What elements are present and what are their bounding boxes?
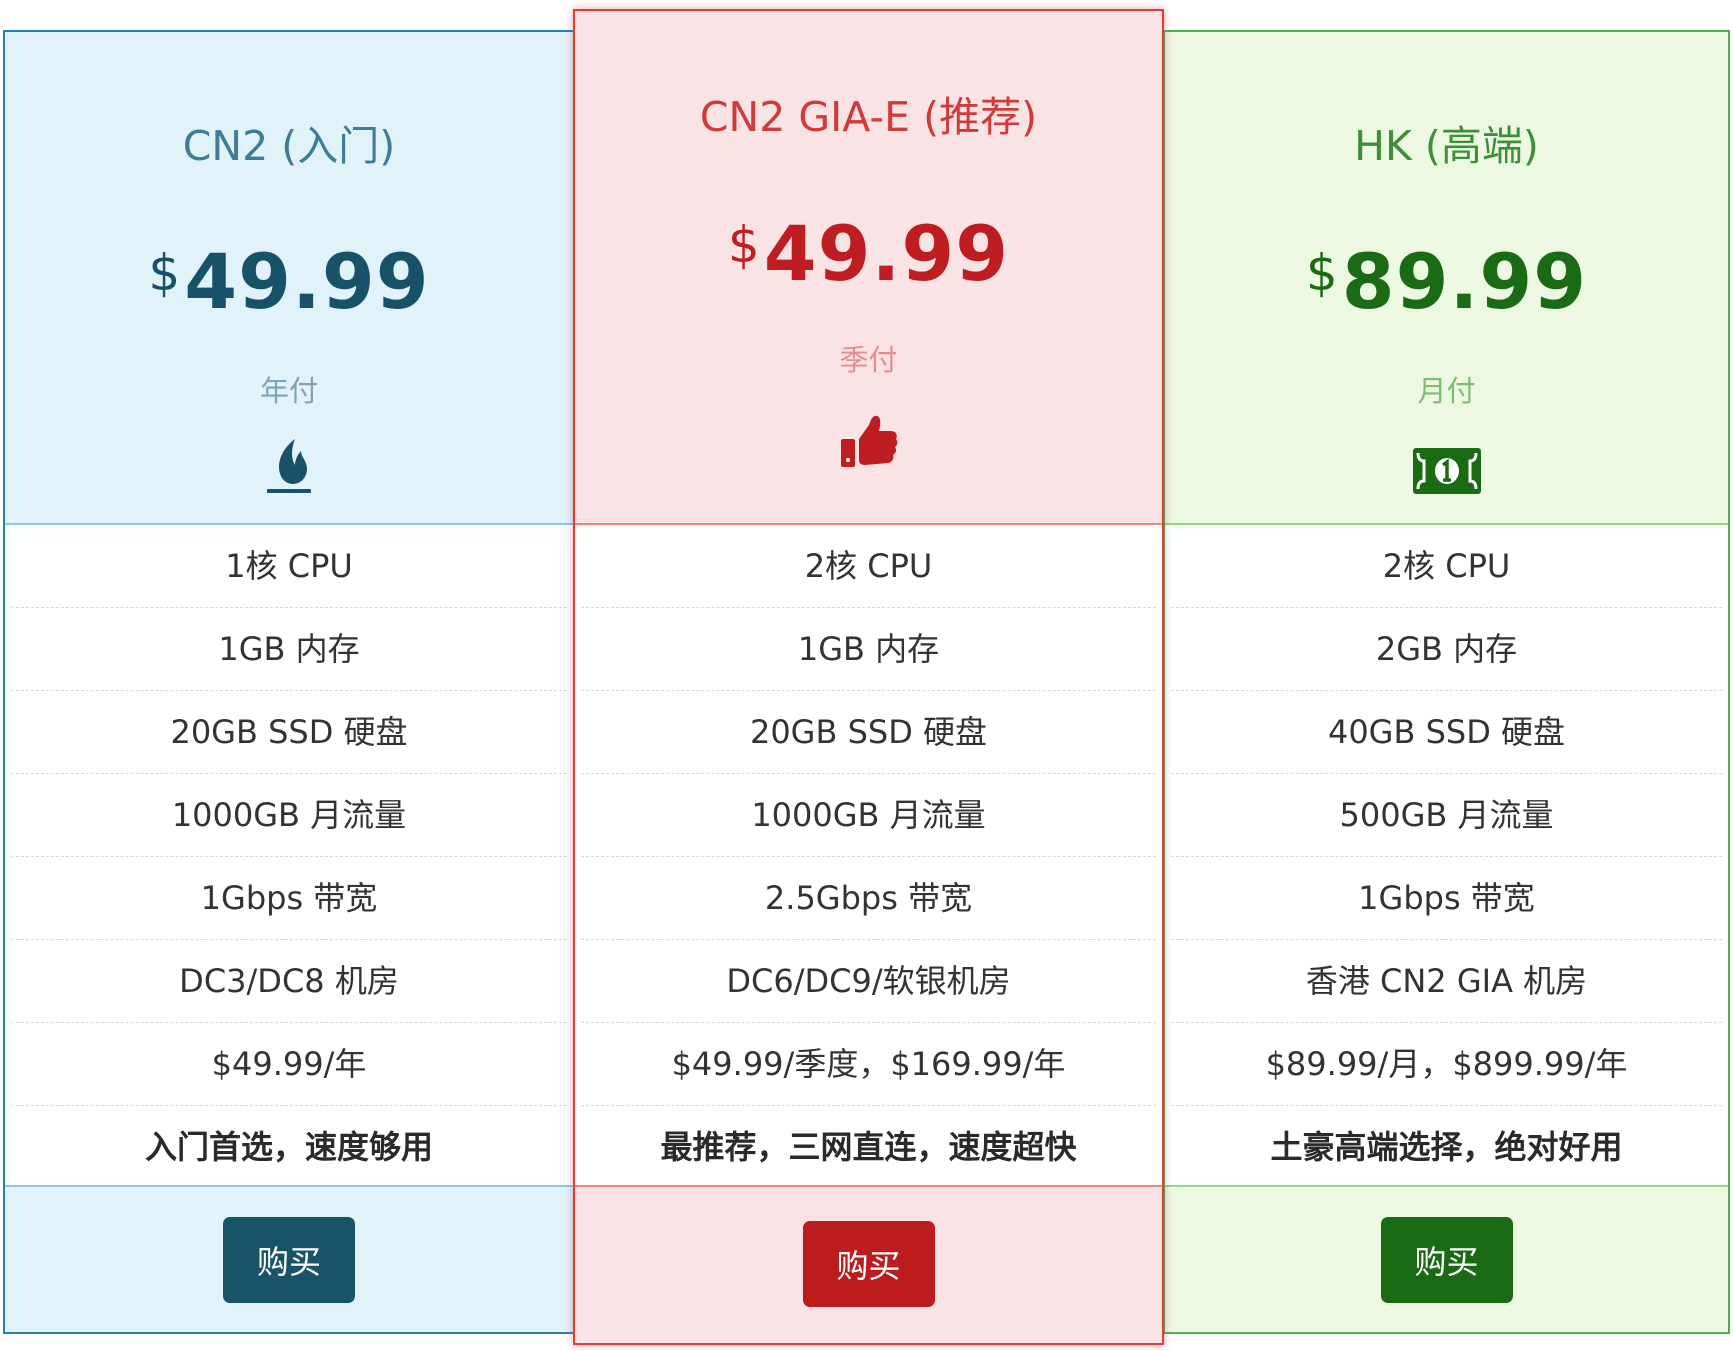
plan-footer: 购买	[575, 1185, 1162, 1343]
buy-button[interactable]: 购买	[802, 1221, 935, 1307]
plan-footer: 购买	[5, 1185, 573, 1332]
plan-title: HK (高端)	[1354, 122, 1539, 170]
feature-item: $49.99/年	[11, 1023, 567, 1106]
feature-item: 20GB SSD 硬盘	[581, 691, 1156, 774]
feature-item: 2核 CPU	[581, 525, 1156, 608]
feature-item: $89.99/月，$899.99/年	[1171, 1023, 1722, 1106]
feature-item: 2GB 内存	[1171, 608, 1722, 691]
feature-item: 2核 CPU	[1171, 525, 1722, 608]
fire-icon	[265, 437, 313, 501]
feature-item: 40GB SSD 硬盘	[1171, 691, 1722, 774]
plan-card-cn2-gia-e: CN2 GIA-E (推荐) $49.99 季付 2核 CPU 1GB 内存 2…	[573, 9, 1164, 1345]
plan-price: $89.99	[1165, 237, 1728, 326]
pricing-table: CN2 (入门) $49.99 年付 1核 CPU 1GB 内存 20GB SS…	[0, 0, 1733, 1351]
feature-item: 1Gbps 带宽	[11, 857, 567, 940]
buy-button[interactable]: 购买	[223, 1217, 355, 1303]
feature-item-highlight: 入门首选，速度够用	[144, 1128, 433, 1166]
plan-header: HK (高端) $89.99 月付	[1165, 32, 1728, 525]
feature-item: 500GB 月流量	[1171, 774, 1722, 857]
feature-item-highlight: 最推荐，三网直连，速度超快	[660, 1128, 1077, 1166]
price-amount: 89.99	[1341, 237, 1588, 326]
price-amount: 49.99	[184, 237, 430, 326]
thumbs-up-icon	[839, 413, 899, 475]
feature-item: 1Gbps 带宽	[1171, 857, 1722, 940]
feature-item: 2.5Gbps 带宽	[581, 857, 1156, 940]
feature-item: 香港 CN2 GIA 机房	[1171, 940, 1722, 1023]
plan-title: CN2 GIA-E (推荐)	[699, 93, 1038, 141]
feature-item: 1GB 内存	[11, 608, 567, 691]
feature-item: $49.99/季度，$169.99/年	[581, 1023, 1156, 1106]
price-amount: 49.99	[763, 209, 1010, 298]
plan-title: CN2 (入门)	[182, 122, 396, 170]
buy-button[interactable]: 购买	[1380, 1217, 1513, 1303]
feature-list: 1核 CPU 1GB 内存 20GB SSD 硬盘 1000GB 月流量 1Gb…	[5, 525, 573, 1188]
currency-symbol: $	[148, 244, 181, 302]
plan-card-hk: HK (高端) $89.99 月付 2核 CPU 2GB 内存 40GB SSD…	[1163, 30, 1730, 1334]
billing-period: 月付	[1417, 374, 1476, 408]
plan-price: $49.99	[5, 237, 573, 326]
feature-list: 2核 CPU 2GB 内存 40GB SSD 硬盘 500GB 月流量 1Gbp…	[1165, 525, 1728, 1188]
feature-item: 1GB 内存	[581, 608, 1156, 691]
money-bill-icon	[1412, 447, 1482, 499]
currency-symbol: $	[1305, 244, 1338, 302]
billing-period: 年付	[259, 374, 318, 408]
currency-symbol: $	[727, 216, 760, 274]
plan-header: CN2 (入门) $49.99 年付	[5, 32, 573, 525]
billing-period: 季付	[839, 343, 898, 377]
feature-item: 1000GB 月流量	[581, 774, 1156, 857]
plan-price: $49.99	[575, 209, 1162, 298]
feature-item: DC3/DC8 机房	[11, 940, 567, 1023]
feature-list: 2核 CPU 1GB 内存 20GB SSD 硬盘 1000GB 月流量 2.5…	[575, 525, 1162, 1188]
feature-item: 1核 CPU	[11, 525, 567, 608]
feature-item-highlight: 土豪高端选择，绝对好用	[1270, 1128, 1623, 1166]
feature-item: 1000GB 月流量	[11, 774, 567, 857]
plan-footer: 购买	[1165, 1185, 1728, 1332]
feature-item: 20GB SSD 硬盘	[11, 691, 567, 774]
plan-card-cn2: CN2 (入门) $49.99 年付 1核 CPU 1GB 内存 20GB SS…	[3, 30, 575, 1334]
plan-header: CN2 GIA-E (推荐) $49.99 季付	[575, 11, 1162, 525]
feature-item: DC6/DC9/软银机房	[581, 940, 1156, 1023]
